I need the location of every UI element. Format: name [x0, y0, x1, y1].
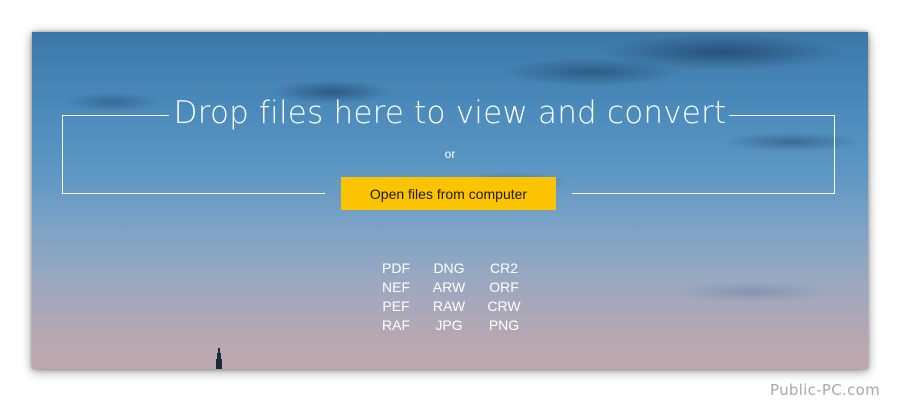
format-item: PEF [382, 298, 410, 314]
supported-formats-list: PDF DNG CR2 NEF ARW ORF PEF RAW CRW RAF … [371, 260, 531, 334]
drop-zone-panel[interactable]: Drop files here to view and convert or O… [32, 32, 868, 369]
format-item: DNG [433, 260, 465, 276]
tower-silhouette [216, 348, 222, 369]
format-item: CR2 [489, 260, 518, 276]
format-item: CRW [487, 298, 521, 314]
format-item: PDF [382, 260, 410, 276]
format-item: PNG [488, 317, 520, 333]
format-item: NEF [382, 279, 410, 295]
frame-bottom-left-line [62, 193, 325, 194]
format-item: JPG [435, 317, 463, 333]
site-watermark: Public-PC.com [770, 381, 881, 399]
drop-files-title: Drop files here to view and convert [173, 95, 727, 131]
frame-bottom-right-line [572, 193, 835, 194]
format-item: ORF [489, 279, 519, 295]
or-separator: or [444, 147, 456, 161]
format-item: RAF [382, 317, 410, 333]
format-item: ARW [432, 279, 466, 295]
format-item: RAW [432, 298, 466, 314]
open-files-button[interactable]: Open files from computer [341, 177, 556, 210]
